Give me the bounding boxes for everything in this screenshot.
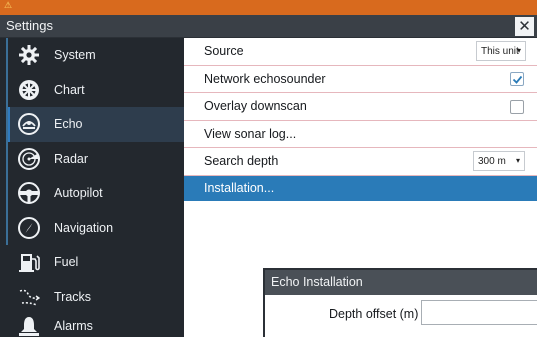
search-depth-dropdown[interactable]: 300 m ▾ (473, 151, 525, 171)
setting-label: Network echosounder (204, 71, 326, 86)
sidebar-item-echo[interactable]: Echo (8, 107, 184, 142)
sidebar-item-tracks[interactable]: Tracks (10, 280, 184, 315)
sidebar-item-autopilot[interactable]: Autopilot (10, 176, 184, 211)
depth-offset-label: Depth offset (m) (329, 307, 419, 321)
sidebar-item-label: Navigation (54, 220, 114, 235)
close-icon: ✕ (518, 18, 531, 35)
chevron-down-icon: ▾ (516, 46, 521, 55)
gear-icon (18, 44, 40, 66)
title-bar: Settings ✕ (0, 15, 537, 38)
dropdown-value: 300 m (478, 155, 506, 167)
sidebar-item-system[interactable]: System (10, 38, 184, 73)
network-echosounder-checkbox[interactable] (510, 72, 524, 86)
tracks-icon (18, 286, 40, 308)
sidebar-item-navigation[interactable]: Navigation (10, 211, 184, 246)
sidebar-item-label: Echo (54, 117, 83, 132)
sidebar-item-label: Autopilot (54, 186, 103, 201)
fuel-pump-icon (18, 251, 40, 273)
setting-row-overlay-downscan[interactable]: Overlay downscan (184, 93, 537, 121)
setting-row-search-depth[interactable]: Search depth 300 m ▾ (184, 148, 537, 176)
sidebar-item-label: Radar (54, 151, 89, 166)
close-button[interactable]: ✕ (515, 17, 534, 36)
setting-row-view-sonar-log[interactable]: View sonar log... (184, 121, 537, 148)
window-title: Settings (6, 18, 53, 33)
depth-offset-input[interactable] (421, 300, 537, 325)
setting-row-network-echosounder[interactable]: Network echosounder (184, 66, 537, 93)
status-strip: ⚠ (0, 0, 537, 15)
radar-icon (18, 147, 40, 170)
setting-label: Overlay downscan (204, 99, 307, 114)
sidebar-edge (6, 38, 8, 245)
setting-label: View sonar log... (204, 126, 297, 141)
echo-installation-dialog: Echo Installation Depth offset (m) (263, 268, 537, 337)
compass-icon (18, 216, 40, 239)
dropdown-value: This unit (481, 45, 519, 57)
setting-label: Source (204, 44, 244, 59)
autopilot-icon (18, 182, 40, 205)
chevron-down-icon: ▾ (515, 156, 520, 165)
setting-label: Installation... (204, 181, 275, 195)
warning-icon: ⚠ (4, 0, 13, 10)
bell-icon (18, 315, 40, 337)
sidebar-item-label: Chart (54, 82, 85, 97)
sidebar-item-label: System (54, 48, 96, 63)
sidebar-item-chart[interactable]: Chart (10, 73, 184, 108)
sidebar: System Chart Echo Radar Autopilot Naviga… (0, 38, 184, 337)
sidebar-item-fuel[interactable]: Fuel (10, 245, 184, 280)
sidebar-item-label: Tracks (54, 289, 92, 304)
sidebar-item-label: Alarms (54, 318, 93, 333)
echo-icon (18, 113, 40, 136)
sidebar-item-alarms[interactable]: Alarms (10, 314, 184, 337)
sidebar-item-label: Fuel (54, 255, 79, 270)
sidebar-item-radar[interactable]: Radar (10, 142, 184, 177)
ship-wheel-icon (18, 79, 40, 101)
overlay-downscan-checkbox[interactable] (510, 99, 524, 114)
setting-row-installation[interactable]: Installation... (184, 175, 537, 201)
setting-label: Search depth (204, 154, 279, 169)
source-dropdown[interactable]: This unit ▾ (476, 41, 526, 61)
setting-row-source[interactable]: Source This unit ▾ (184, 38, 537, 66)
dialog-title: Echo Installation (265, 270, 537, 295)
